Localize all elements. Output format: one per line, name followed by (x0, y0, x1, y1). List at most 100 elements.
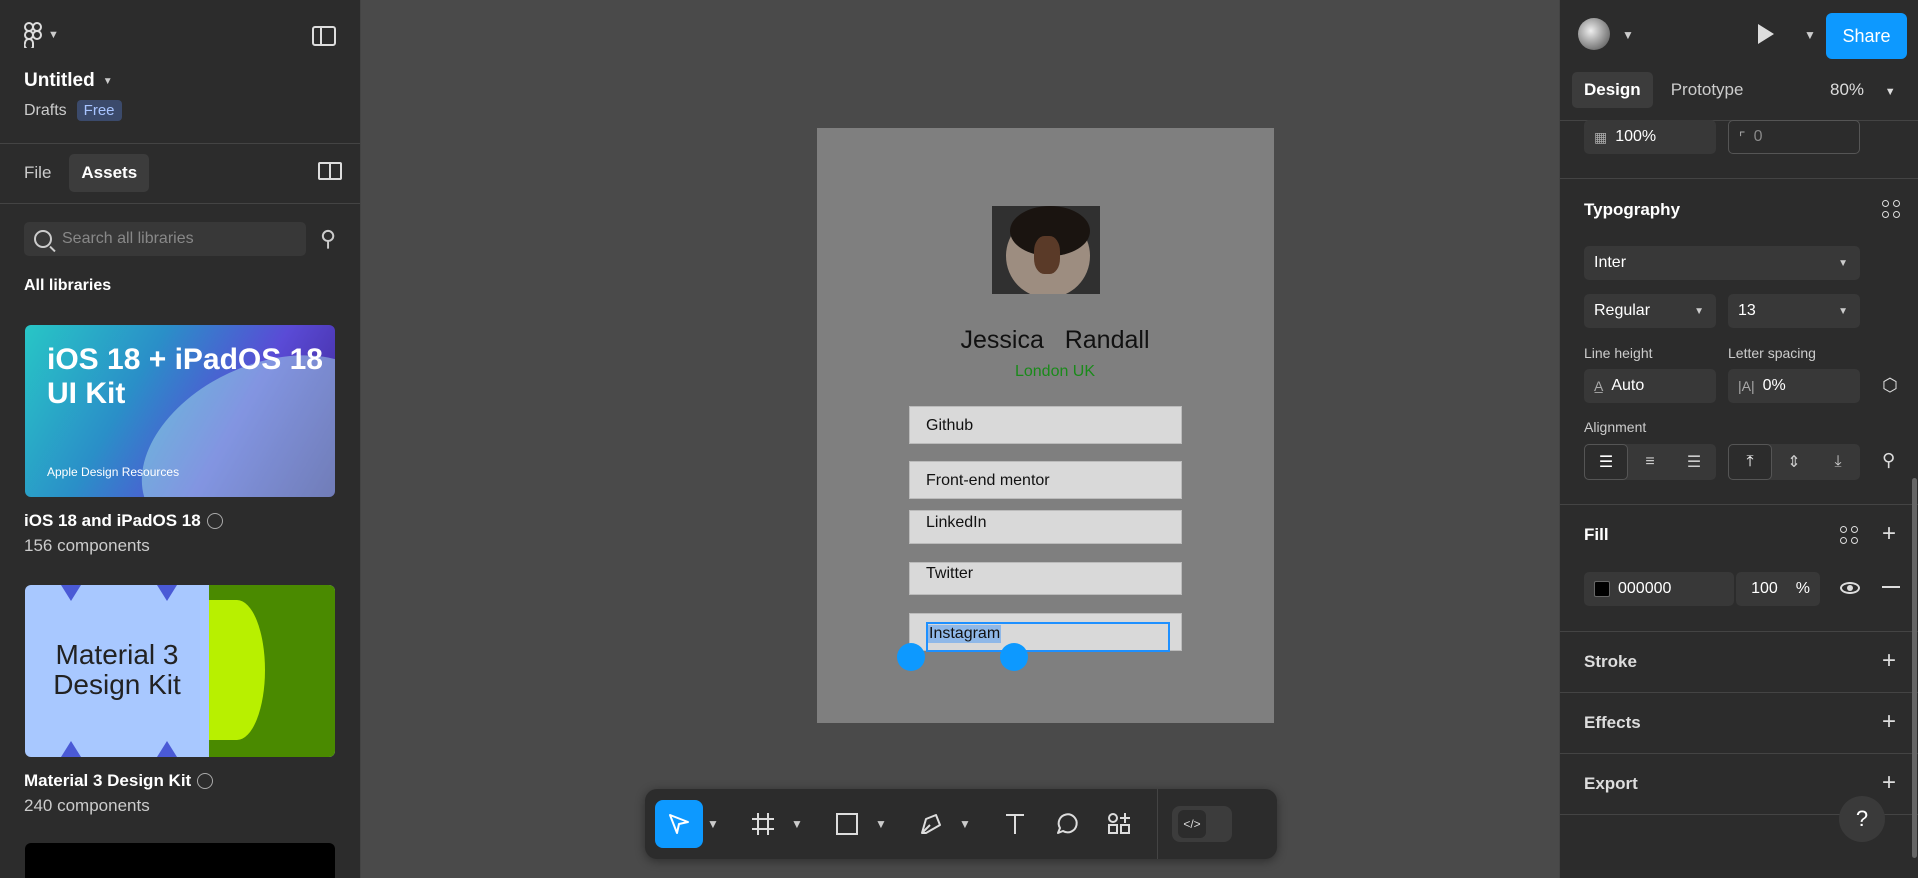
chevron-down-icon: ▼ (1884, 86, 1896, 98)
library-book-icon[interactable] (318, 162, 342, 180)
letter-spacing-field[interactable]: |A| 0% (1728, 369, 1860, 403)
letter-spacing-value: 0% (1762, 377, 1786, 394)
selection-handle-end[interactable] (1000, 643, 1028, 671)
align-top-icon[interactable]: ⤒ (1728, 444, 1772, 480)
share-button[interactable]: Share (1826, 13, 1907, 59)
search-input[interactable]: Search all libraries (24, 222, 306, 256)
profile-photo[interactable] (992, 206, 1100, 294)
tab-file[interactable]: File (12, 154, 63, 192)
actions-tool-icon[interactable] (1095, 800, 1143, 848)
library-thumbnail[interactable] (25, 843, 335, 878)
sidebar-toggle-icon[interactable] (312, 26, 336, 46)
file-title[interactable]: Untitled ▼ (24, 70, 113, 92)
right-panel-scrollbar[interactable] (1912, 478, 1917, 858)
add-stroke-icon[interactable]: + (1882, 647, 1896, 675)
type-settings-icon[interactable]: ⬡ (1882, 375, 1898, 396)
link-github[interactable]: Github (909, 406, 1182, 444)
link-twitter[interactable]: Twitter (909, 562, 1182, 595)
align-center-icon[interactable]: ≡ (1628, 444, 1672, 480)
zoom-control[interactable]: 80% ▼ (1830, 80, 1896, 100)
horizontal-alignment: ☰ ≡ ☰ (1584, 444, 1716, 480)
file-location: Drafts Free (24, 100, 122, 121)
font-size-field[interactable]: 13 ▼ (1728, 294, 1860, 328)
profile-name[interactable]: Jessica Randall (900, 326, 1210, 355)
chevron-down-icon[interactable]: ▼ (787, 817, 807, 831)
tab-assets[interactable]: Assets (69, 154, 150, 192)
library-name[interactable]: iOS 18 and iPadOS 18 (24, 511, 223, 531)
tab-prototype[interactable]: Prototype (1659, 72, 1756, 108)
filter-sliders-icon[interactable]: ⚲ (320, 226, 336, 252)
present-play-icon[interactable] (1758, 24, 1774, 44)
chevron-down-icon[interactable]: ▼ (955, 817, 975, 831)
help-button[interactable]: ? (1839, 796, 1885, 842)
user-avatar[interactable] (1578, 18, 1610, 50)
add-export-icon[interactable]: + (1882, 769, 1896, 797)
search-placeholder: Search all libraries (62, 230, 194, 247)
align-right-icon[interactable]: ☰ (1672, 444, 1716, 480)
photo-face (1034, 236, 1060, 274)
line-height-icon: A̲ (1594, 378, 1604, 394)
divider (1560, 631, 1918, 632)
library-thumbnail-material[interactable]: Material 3 Design Kit (25, 585, 335, 757)
thumbnail-subtitle-text: Apple Design Resources (47, 465, 180, 479)
library-name[interactable]: Material 3 Design Kit (24, 771, 214, 791)
font-family-select[interactable]: Inter ▼ (1584, 246, 1860, 280)
letter-spacing-label: Letter spacing (1728, 345, 1816, 361)
move-tool-icon[interactable] (655, 800, 703, 848)
divider (1560, 692, 1918, 693)
advanced-type-settings-icon[interactable]: ⚲ (1882, 450, 1895, 471)
link-frontend-mentor[interactable]: Front-end mentor (909, 461, 1182, 499)
selected-text[interactable]: Instagram (928, 625, 1002, 643)
fill-color-field[interactable]: 000000 (1584, 572, 1734, 606)
search-icon (34, 230, 52, 248)
align-left-icon[interactable]: ☰ (1584, 444, 1628, 480)
main-menu[interactable]: ▼ (24, 22, 59, 48)
thumbnail-decoration (61, 585, 81, 601)
fill-opacity-field[interactable]: 100 % (1736, 572, 1820, 606)
chevron-down-icon[interactable]: ▼ (1622, 28, 1634, 42)
align-middle-icon[interactable]: ⇕ (1772, 444, 1816, 480)
library-name-text: iOS 18 and iPadOS 18 (24, 511, 201, 530)
font-weight-select[interactable]: Regular ▼ (1584, 294, 1716, 328)
fill-color-swatch[interactable] (1594, 581, 1610, 597)
chevron-down-icon[interactable]: ▼ (871, 817, 891, 831)
profile-location[interactable]: London UK (900, 363, 1210, 381)
vertical-alignment: ⤒ ⇕ ⤓ (1728, 444, 1860, 480)
dev-mode-toggle[interactable]: </> (1172, 806, 1232, 842)
effects-heading[interactable]: Effects (1584, 713, 1641, 733)
typography-heading: Typography (1584, 200, 1681, 219)
add-effect-icon[interactable]: + (1882, 708, 1896, 736)
text-styles-icon[interactable] (1882, 200, 1902, 220)
thumbnail-decoration (61, 741, 81, 757)
frame-tool-icon[interactable] (739, 800, 787, 848)
chevron-down-icon[interactable]: ▼ (703, 817, 723, 831)
thumbnail-decoration (209, 600, 265, 740)
chevron-down-icon: ▼ (1694, 305, 1704, 317)
remove-fill-icon[interactable] (1882, 586, 1900, 588)
export-heading[interactable]: Export (1584, 774, 1638, 794)
comment-tool-icon[interactable] (1043, 800, 1091, 848)
link-linkedin[interactable]: LinkedIn (909, 510, 1182, 544)
opacity-icon: ▦ (1594, 128, 1608, 145)
line-height-field[interactable]: A̲ Auto (1584, 369, 1716, 403)
eye-icon[interactable] (1840, 582, 1860, 594)
stroke-heading[interactable]: Stroke (1584, 652, 1637, 672)
fill-opacity-value: 100 (1751, 580, 1778, 597)
text-tool-icon[interactable] (991, 800, 1039, 848)
opacity-field[interactable]: ▦ 100% (1584, 120, 1716, 154)
add-fill-icon[interactable]: + (1882, 520, 1896, 548)
pen-tool-icon[interactable] (907, 800, 955, 848)
drafts-label[interactable]: Drafts (24, 102, 67, 120)
tab-design[interactable]: Design (1572, 72, 1653, 108)
fill-styles-icon[interactable] (1840, 526, 1860, 546)
corner-radius-field[interactable]: ⌜ 0 (1728, 120, 1860, 154)
font-size-value: 13 (1738, 302, 1756, 319)
rectangle-tool-icon[interactable] (823, 800, 871, 848)
letter-spacing-icon: |A| (1738, 378, 1755, 394)
left-sidebar: ▼ Untitled ▼ Drafts Free File Assets Sea… (0, 0, 361, 878)
align-bottom-icon[interactable]: ⤓ (1816, 444, 1860, 480)
zoom-value: 80% (1830, 80, 1865, 99)
chevron-down-icon[interactable]: ▼ (1804, 28, 1816, 42)
library-thumbnail-ios[interactable]: iOS 18 + iPadOS 18 UI Kit Apple Design R… (25, 325, 335, 497)
selection-handle-start[interactable] (897, 643, 925, 671)
